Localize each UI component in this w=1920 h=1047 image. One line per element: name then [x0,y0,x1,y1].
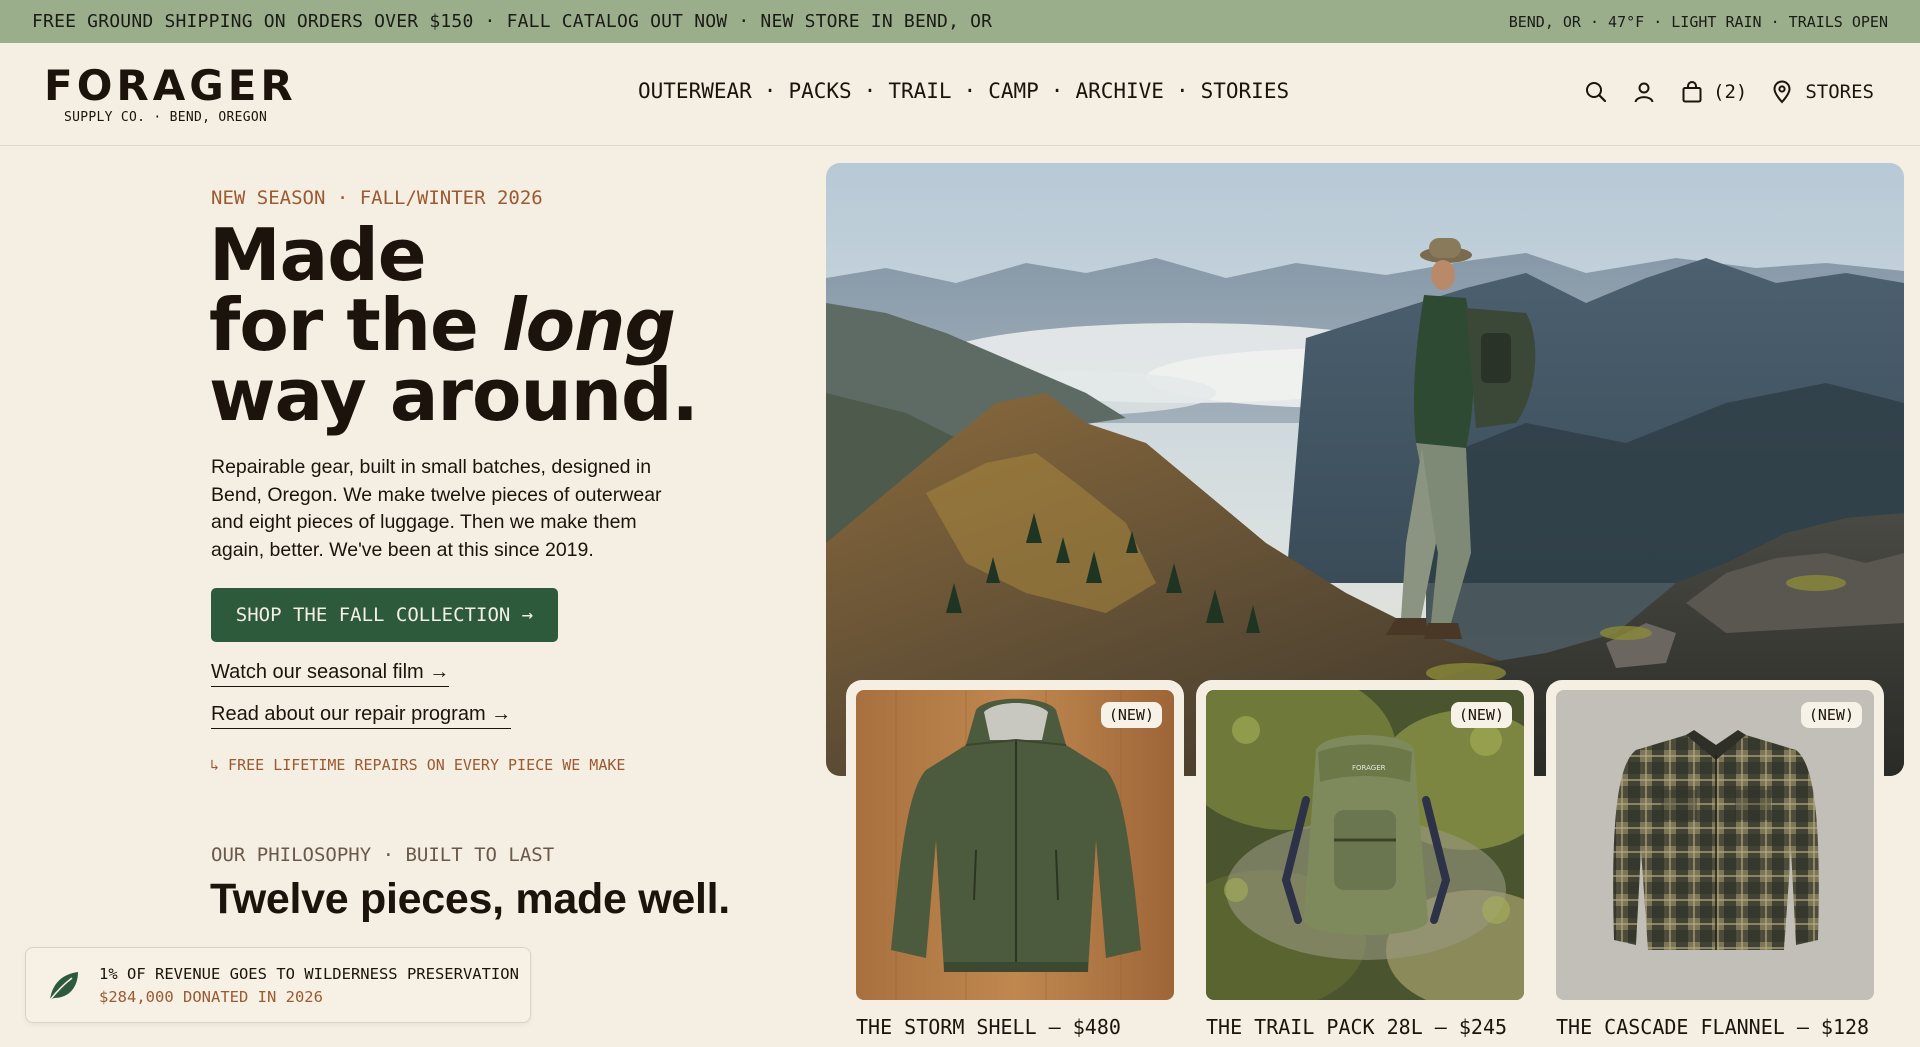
headline-line-3: way around. [209,353,699,437]
product-card[interactable]: (NEW) [1546,680,1884,1020]
hero-headline: Made for the long way around. [209,219,769,431]
nav-item-trail[interactable]: TRAIL [888,79,951,103]
product-label-trail-pack[interactable]: THE TRAIL PACK 28L — $245 [1206,1015,1507,1039]
nav-separator: · [763,79,777,103]
product-label-cascade-flannel[interactable]: THE CASCADE FLANNEL — $128 [1556,1015,1869,1039]
product-image-trail-pack[interactable]: FORAGER (NEW) [1206,690,1524,1000]
donation-amount: $284,000 DONATED IN 2026 [99,988,323,1006]
weather-status: BEND, OR · 47°F · LIGHT RAIN · TRAILS OP… [1508,12,1888,31]
cart-button[interactable]: (2) [1679,79,1747,105]
map-pin-icon [1769,79,1795,105]
main-nav: OUTERWEAR · PACKS · TRAIL · CAMP · ARCHI… [638,79,1289,103]
nav-separator: · [863,79,877,103]
repairs-note: ↳ FREE LIFETIME REPAIRS ON EVERY PIECE W… [210,756,626,774]
leaf-icon [46,968,82,1009]
header-actions: (2) STORES [1583,79,1874,105]
logo[interactable]: FORAGER SUPPLY CO. · BEND, OREGON [44,61,304,126]
hero-body: Repairable gear, built in small batches,… [211,456,662,561]
logo-tagline: SUPPLY CO. · BEND, OREGON [64,110,268,125]
user-icon[interactable] [1631,79,1657,105]
announcement-text: FREE GROUND SHIPPING ON ORDERS OVER $150… [32,11,993,32]
product-image-storm-shell[interactable]: (NEW) [856,690,1174,1000]
logo-wordmark: FORAGER [44,61,297,110]
stores-link[interactable]: STORES [1769,79,1874,105]
cart-count: (2) [1713,81,1748,103]
nav-separator: · [1175,79,1189,103]
hero-eyebrow: NEW SEASON · FALL/WINTER 2026 [211,187,543,209]
philosophy-heading: Twelve pieces, made well. [210,875,730,923]
nav-separator: · [1050,79,1064,103]
site-header: FORAGER SUPPLY CO. · BEND, OREGON OUTERW… [0,43,1920,146]
product-card[interactable]: (NEW) [846,680,1184,1020]
product-image-cascade-flannel[interactable]: (NEW) [1556,690,1874,1000]
new-badge: (NEW) [1800,702,1862,728]
stores-label: STORES [1805,81,1874,103]
nav-item-packs[interactable]: PACKS [788,79,851,103]
donation-headline: 1% OF REVENUE GOES TO WILDERNESS PRESERV… [99,965,519,983]
nav-item-outerwear[interactable]: OUTERWEAR [638,79,752,103]
announcement-bar: FREE GROUND SHIPPING ON ORDERS OVER $150… [0,0,1920,43]
product-card[interactable]: FORAGER (NEW) [1196,680,1534,1020]
pack-logo-text: FORAGER [1352,764,1386,772]
search-icon[interactable] [1583,79,1609,105]
nav-item-stories[interactable]: STORIES [1201,79,1290,103]
nav-item-camp[interactable]: CAMP [988,79,1039,103]
donation-banner[interactable]: 1% OF REVENUE GOES TO WILDERNESS PRESERV… [25,947,531,1023]
product-label-storm-shell[interactable]: THE STORM SHELL — $480 [856,1015,1121,1039]
nav-separator: · [963,79,977,103]
shop-fall-collection-button[interactable]: SHOP THE FALL COLLECTION → [211,588,558,642]
bag-icon [1679,79,1705,105]
nav-item-archive[interactable]: ARCHIVE [1075,79,1164,103]
philosophy-eyebrow: OUR PHILOSOPHY · BUILT TO LAST [211,844,555,866]
new-badge: (NEW) [1100,702,1162,728]
seasonal-film-link[interactable]: Watch our seasonal film → [211,661,450,687]
new-badge: (NEW) [1450,702,1512,728]
repair-program-link[interactable]: Read about our repair program → [211,703,512,729]
